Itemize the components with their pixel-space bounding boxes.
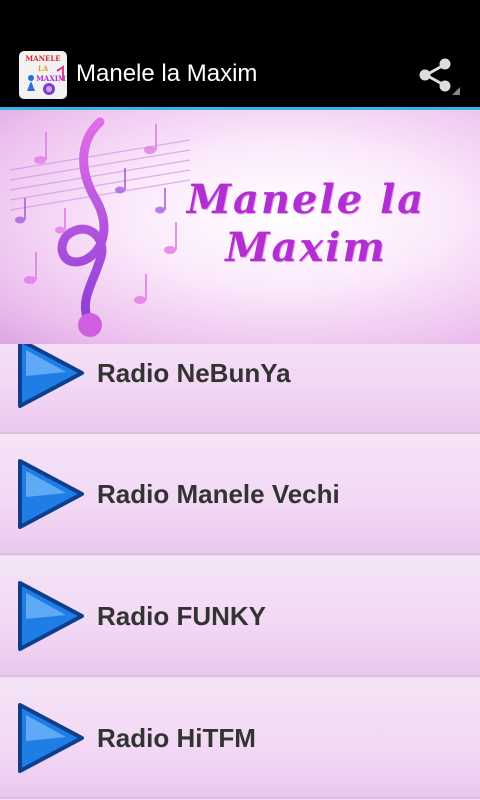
play-icon	[18, 344, 84, 408]
station-label: Radio HiTFM	[97, 723, 256, 753]
app-title: Manele la Maxim	[76, 60, 258, 87]
banner-title-line-1: Manele la	[186, 176, 426, 223]
play-icon	[18, 459, 84, 529]
logo-music-icon	[27, 65, 64, 95]
station-label: Radio Manele Vechi	[97, 479, 340, 509]
action-bar: MANELE LA MAXIM Manele la Maxim	[0, 38, 480, 110]
play-icon	[18, 581, 84, 651]
station-label: Radio FUNKY	[97, 601, 266, 631]
banner-title: Manele la Maxim	[168, 176, 444, 272]
station-item-funky[interactable]: Radio FUNKY	[0, 556, 480, 677]
share-button[interactable]	[412, 53, 460, 97]
station-list[interactable]: Radio NeBunYa Radio Manele Vechi Radio F…	[0, 344, 480, 800]
station-label: Radio NeBunYa	[97, 358, 291, 388]
play-icon	[18, 703, 84, 773]
banner-title-line-2: Maxim	[225, 224, 387, 271]
app-logo-icon[interactable]: MANELE LA MAXIM	[19, 51, 67, 99]
station-item-hitfm[interactable]: Radio HiTFM	[0, 678, 480, 799]
station-item-manele-vechi[interactable]: Radio Manele Vechi	[0, 434, 480, 555]
status-bar	[0, 0, 480, 38]
station-item-nebunya[interactable]: Radio NeBunYa	[0, 344, 480, 434]
header-banner: Manele la Maxim	[0, 110, 480, 344]
share-icon	[419, 58, 460, 95]
